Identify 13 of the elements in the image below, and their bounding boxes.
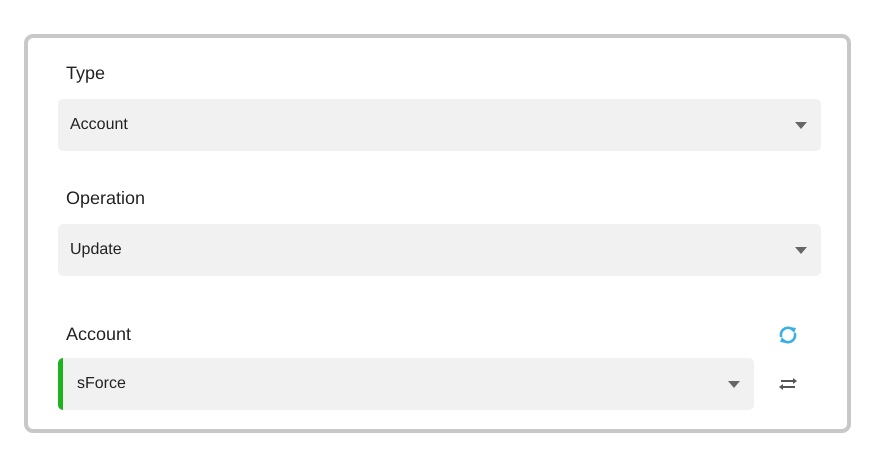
dropdown-value: sForce [77, 374, 126, 394]
dropdown[interactable]: sForce [58, 358, 754, 410]
caret-icon [795, 246, 807, 254]
dropdown-value: Update [70, 240, 122, 260]
caret-icon [728, 380, 740, 388]
dropdown[interactable]: Update [58, 224, 821, 276]
field-label: Type [65, 62, 106, 84]
field-label: Operation [65, 187, 146, 209]
caret-icon [795, 122, 807, 128]
field-label: Account [65, 323, 132, 345]
dropdown-value: Account [70, 115, 128, 135]
swap-icon[interactable] [776, 377, 798, 391]
dropdown[interactable]: Account [58, 99, 821, 151]
